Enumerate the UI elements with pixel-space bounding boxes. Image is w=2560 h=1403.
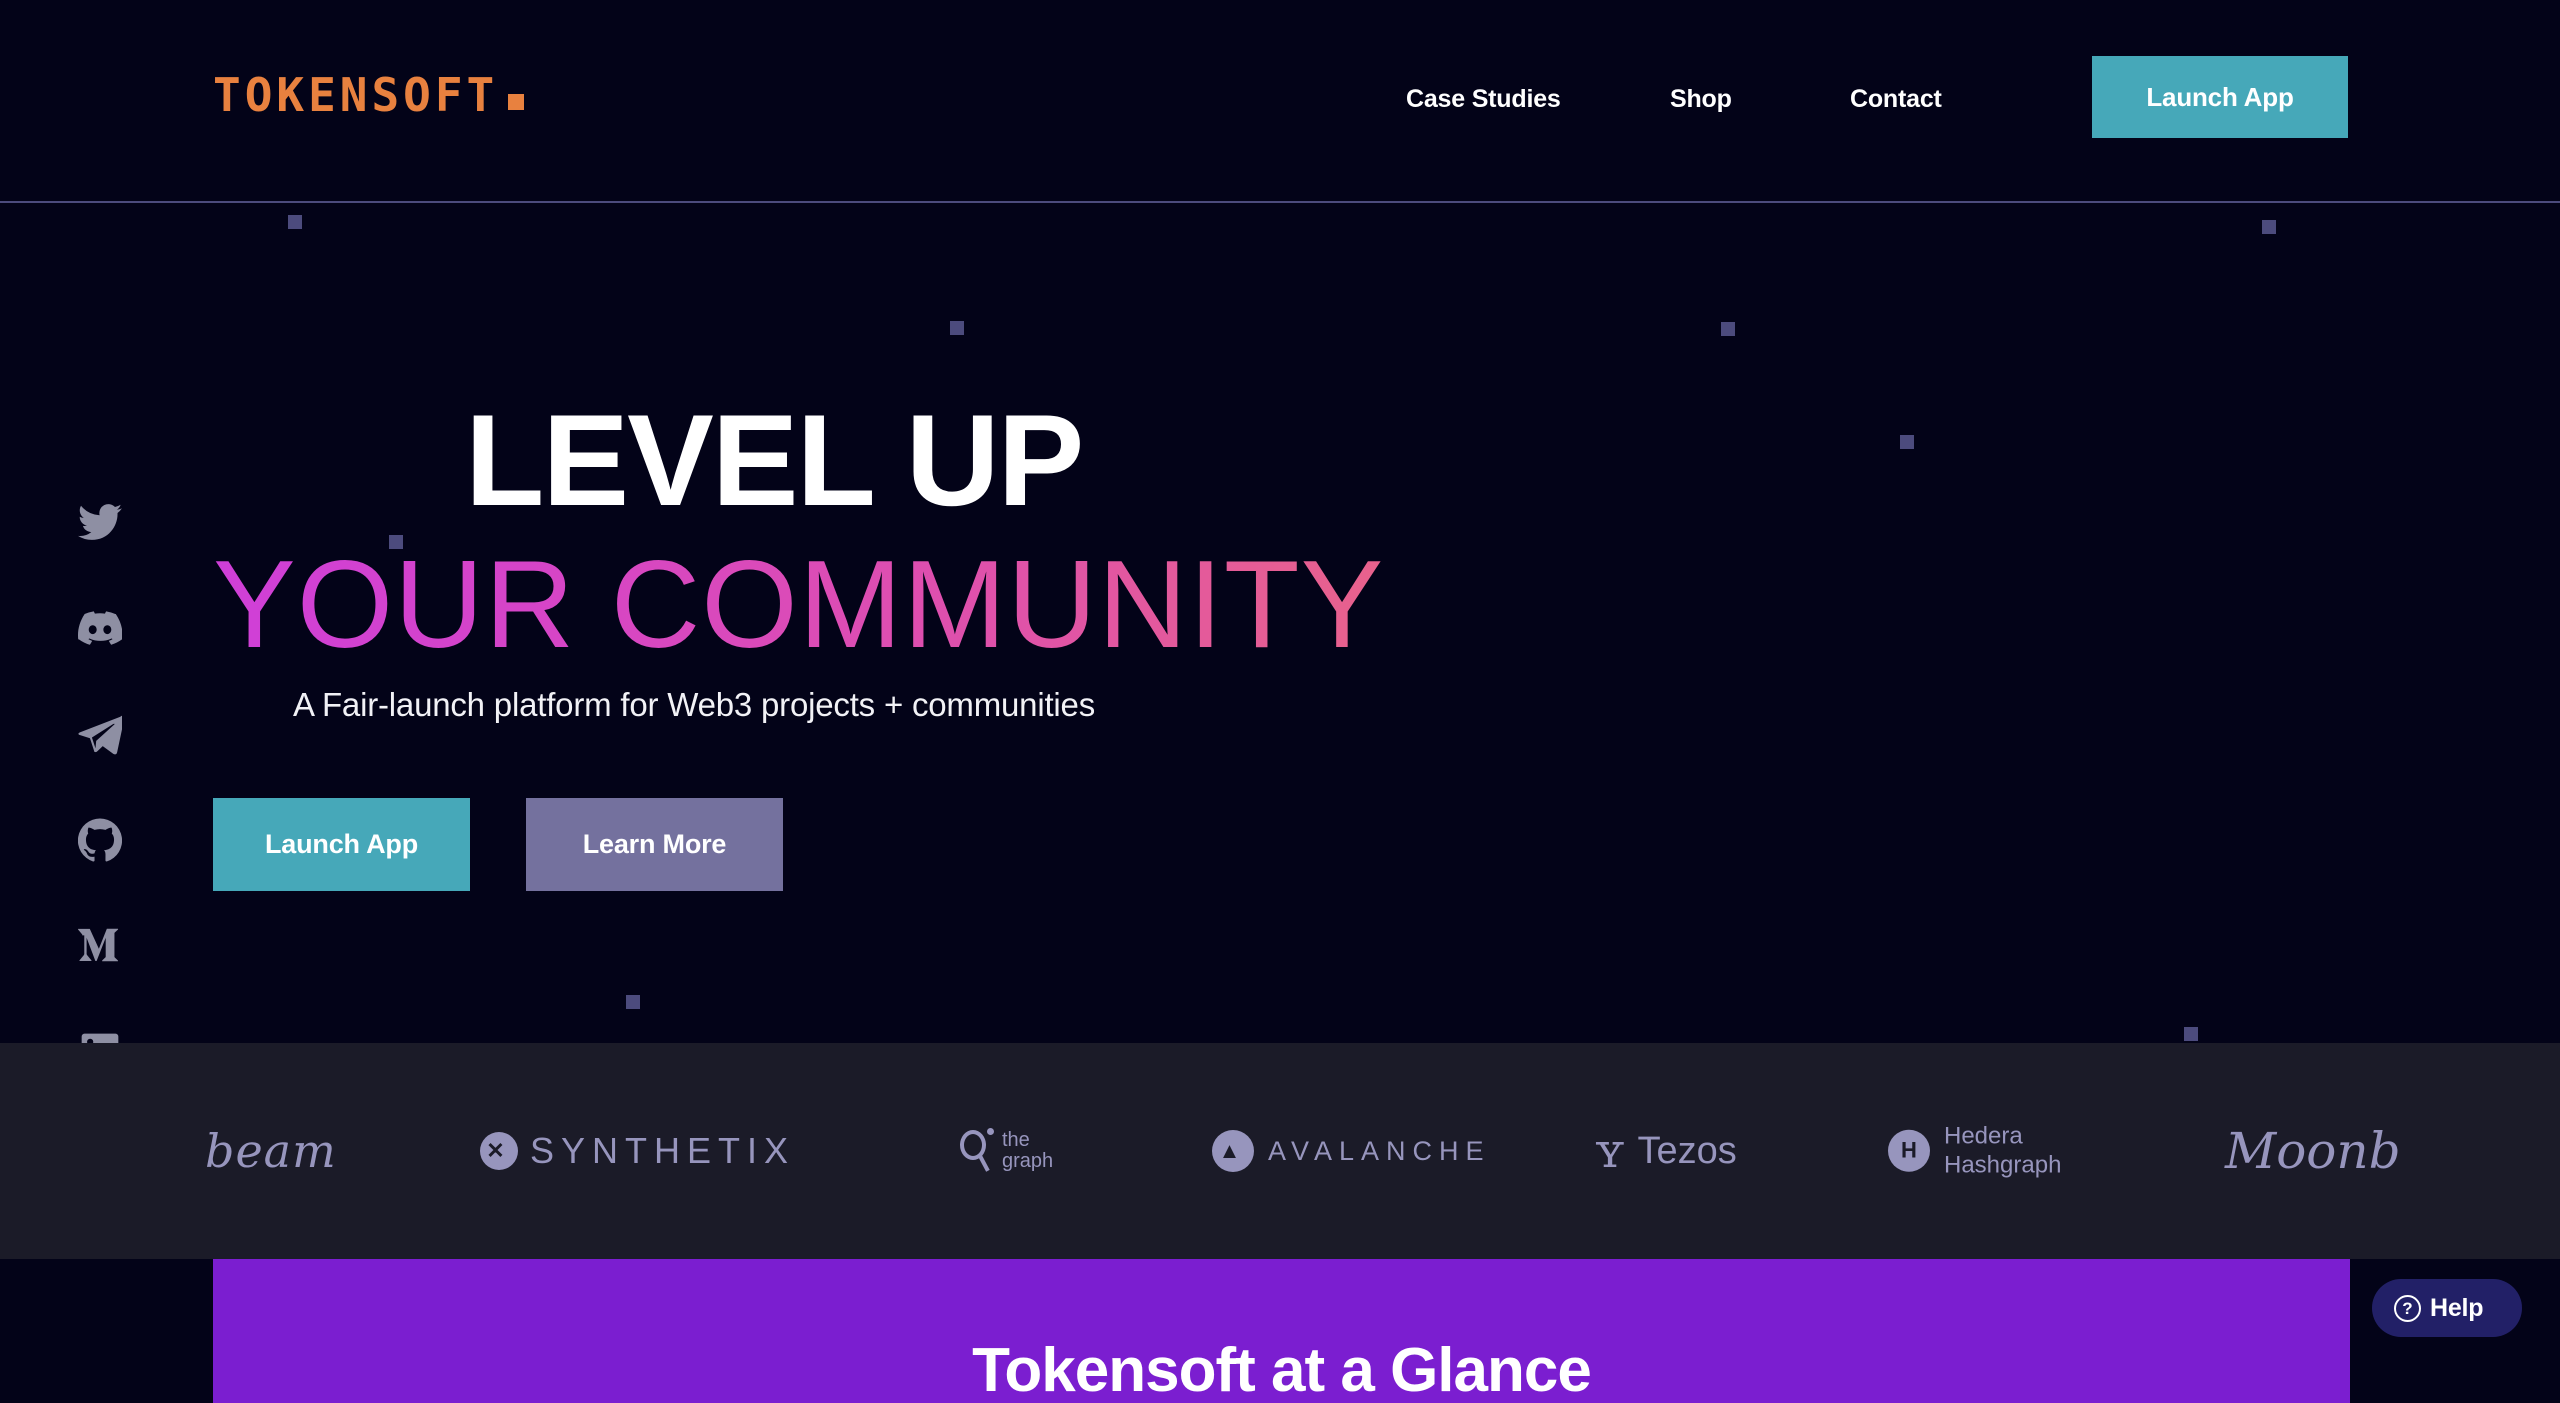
hero-headline-line1: LEVEL UP [465,387,1084,533]
nav-item-case-studies[interactable]: Case Studies [1406,85,1561,114]
question-circle-icon: ? [2394,1294,2421,1322]
hero-subtitle: A Fair-launch platform for Web3 projects… [293,686,1096,723]
page-root: TOKENSOFT Case Studies Shop Contact Laun… [0,0,2560,1403]
partner-label-stack: Hedera Hashgraph [1944,1122,2061,1181]
nav-item-contact[interactable]: Contact [1850,85,1942,114]
glance-section: Tokensoft at a Glance [213,1259,2350,1403]
partner-label-line2: Hashgraph [1944,1152,2062,1179]
tokensoft-logo[interactable]: TOKENSOFT [213,68,525,122]
logo-dot-icon [508,94,525,110]
logo-wordmark: TOKENSOFT [213,68,499,122]
nav-item-shop[interactable]: Shop [1670,85,1732,114]
header-launch-app-button[interactable]: Launch App [2092,56,2348,138]
partner-label-line1: Hedera [1944,1122,2023,1150]
the-graph-mark-icon [960,1128,994,1174]
glance-title: Tokensoft at a Glance [972,1335,1592,1403]
partner-label-stack: the graph [1002,1130,1053,1172]
hero-headline-line2: YOUR COMMUNITY [213,536,1385,674]
hero-learn-more-button[interactable]: Learn More [526,798,783,891]
partner-label: Tezos [1637,1129,1737,1172]
partner-logo-strip: beam ✕ SYNTHETIX the graph ▲ AVALANCHE ʏ… [0,1043,2560,1259]
partner-logo-moonbeam[interactable]: Moonb [2225,1122,2401,1180]
partner-label: AVALANCHE [1268,1135,1491,1166]
hero-section: LEVEL UP YOUR COMMUNITY A Fair-launch pl… [0,203,2560,1043]
partner-label: beam [205,1124,337,1178]
partner-label: SYNTHETIX [530,1130,796,1171]
hero-launch-app-button[interactable]: Launch App [213,798,470,891]
hero-button-group: Launch App Learn More [213,798,783,891]
partner-logo-the-graph[interactable]: the graph [960,1128,1053,1174]
partner-logo-avalanche[interactable]: ▲ AVALANCHE [1212,1130,1491,1172]
hedera-mark-icon: H [1888,1130,1930,1172]
avalanche-mark-icon: ▲ [1212,1130,1254,1172]
partner-label-line1: the [1002,1129,1030,1151]
partner-label-line2: graph [1002,1150,1054,1172]
site-header: TOKENSOFT Case Studies Shop Contact Laun… [0,0,2560,203]
partner-logo-tezos[interactable]: ʏ Tezos [1594,1127,1737,1175]
partner-logo-hedera[interactable]: H Hedera Hashgraph [1888,1122,2061,1181]
partner-label: Moonb [2225,1122,2401,1180]
help-widget-button[interactable]: ? Help [2372,1279,2522,1337]
synthetix-mark-icon: ✕ [480,1132,518,1170]
help-widget-label: Help [2430,1293,2484,1322]
partner-logo-synthetix[interactable]: ✕ SYNTHETIX [480,1130,795,1172]
partner-logo-beam[interactable]: beam [205,1124,337,1178]
tezos-mark-icon: ʏ [1594,1123,1626,1179]
